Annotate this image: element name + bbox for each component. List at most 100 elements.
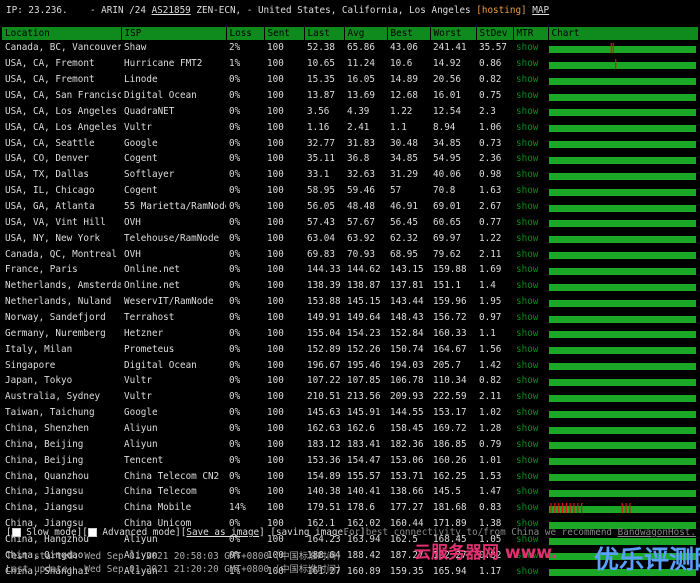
cell-stdev: 1.17: [479, 565, 502, 577]
cell-mtr[interactable]: show: [513, 341, 548, 357]
cell-mtr[interactable]: show: [513, 230, 548, 246]
cell-isp: Vultr: [124, 121, 152, 133]
slow-mode-checkbox[interactable]: [11, 528, 21, 537]
col-location[interactable]: Location: [2, 27, 122, 40]
cell-loss: 0%: [229, 280, 241, 292]
cell-worst: 169.72: [433, 423, 467, 435]
cell-mtr[interactable]: show: [513, 119, 548, 135]
cell-avg: 155.57: [347, 470, 381, 482]
cell-stdev: 1.22: [479, 232, 502, 244]
cell-avg: 144.62: [347, 264, 381, 276]
col-best[interactable]: Best: [387, 27, 431, 40]
cell-mtr[interactable]: show: [513, 563, 548, 579]
cell-mtr[interactable]: show: [513, 167, 548, 183]
col-isp[interactable]: ISP: [121, 27, 227, 40]
cell-sent: 100: [267, 201, 284, 213]
map-link[interactable]: MAP: [532, 5, 549, 16]
cell-location: USA, CA, Seattle: [5, 137, 95, 149]
col-loss[interactable]: Loss: [226, 27, 265, 40]
cell-mtr[interactable]: show: [513, 199, 548, 215]
cell-best: 68.95: [390, 248, 418, 260]
cell-loss: 0%: [229, 169, 241, 181]
sparkline-svg: [549, 378, 696, 386]
cell-worst: 222.59: [433, 391, 467, 403]
cell-last: 179.51: [307, 502, 341, 514]
cell-mtr[interactable]: show: [513, 214, 548, 230]
slow-mode-label[interactable]: Slow mode: [26, 527, 76, 538]
cell-mtr[interactable]: show: [513, 88, 548, 104]
cell-mtr[interactable]: show: [513, 468, 548, 484]
cell-mtr[interactable]: show: [513, 103, 548, 119]
table-row: USA, CA, Los Angeles QuadraNET 0% 100 3.56 4.…: [2, 103, 698, 119]
asn-link[interactable]: AS21859: [152, 5, 191, 16]
cell-chart: [548, 40, 698, 56]
col-chart: Chart: [548, 27, 699, 40]
cell-mtr[interactable]: show: [513, 151, 548, 167]
cell-mtr[interactable]: show: [513, 436, 548, 452]
cell-isp: WeservIT/RamNode: [124, 296, 214, 308]
cell-mtr[interactable]: show: [513, 357, 548, 373]
col-avg[interactable]: Avg: [344, 27, 388, 40]
cell-mtr[interactable]: show: [513, 183, 548, 199]
cell-chart: [548, 500, 698, 516]
cell-location: China, Shenzhen: [5, 423, 89, 435]
cell-mtr[interactable]: show: [513, 246, 548, 262]
bandwagonhost-link[interactable]: BandwagonHost.: [618, 527, 696, 538]
cell-mtr[interactable]: show: [513, 310, 548, 326]
col-last[interactable]: Last: [304, 27, 345, 40]
sparkline-bar: [549, 315, 696, 323]
sparkline-bar: [549, 299, 696, 307]
cell-mtr[interactable]: show: [513, 500, 548, 516]
cell-avg: 57.67: [347, 216, 375, 228]
sparkline-bar: [549, 109, 696, 117]
cell-mtr[interactable]: show: [513, 262, 548, 278]
cell-chart: [548, 310, 698, 326]
cell-mtr[interactable]: show: [513, 405, 548, 421]
cell-best: 194.03: [390, 359, 424, 371]
cell-mtr[interactable]: show: [513, 56, 548, 72]
col-stdev[interactable]: StDev: [476, 27, 514, 40]
table-row: USA, NY, New York Telehouse/RamNode 0% 100 6…: [2, 230, 698, 246]
cell-mtr[interactable]: show: [513, 452, 548, 468]
latency-sparkline: [549, 376, 696, 386]
cell-sent: 100: [267, 58, 284, 70]
cell-last: 35.11: [307, 153, 335, 165]
cell-worst: 205.7: [433, 359, 461, 371]
advanced-mode-label[interactable]: Advanced mode: [102, 527, 175, 538]
loss-spike: [569, 502, 571, 513]
cell-best: 31.29: [390, 169, 418, 181]
cell-last: 162.63: [307, 423, 341, 435]
cell-sent: 100: [267, 42, 284, 54]
sparkline-svg: [549, 156, 696, 164]
cell-chart: [548, 278, 698, 294]
col-sent[interactable]: Sent: [264, 27, 305, 40]
cell-mtr[interactable]: show: [513, 278, 548, 294]
cell-loss: 0%: [229, 470, 241, 482]
cell-mtr[interactable]: show: [513, 72, 548, 88]
cell-sent: 100: [267, 423, 284, 435]
cell-loss: 0%: [229, 454, 241, 466]
cell-mtr[interactable]: show: [513, 373, 548, 389]
cell-mtr[interactable]: show: [513, 421, 548, 437]
cell-stdev: 0.73: [479, 137, 502, 149]
table-row: USA, TX, Dallas Softlayer 0% 100 33.1 32.63 31…: [2, 167, 698, 183]
cell-mtr[interactable]: show: [513, 484, 548, 500]
table-row: USA, CA, Fremont Linode 0% 100 15.35 16.05 14.…: [2, 72, 698, 88]
cell-mtr[interactable]: show: [513, 325, 548, 341]
col-mtr[interactable]: MTR: [513, 27, 549, 40]
loss-spike: [610, 42, 612, 53]
cell-sent: 100: [267, 185, 284, 197]
cell-loss: 0%: [229, 201, 241, 213]
cell-stdev: 2.36: [479, 153, 502, 165]
cell-location: China, Beijing: [5, 438, 84, 450]
cell-mtr[interactable]: show: [513, 135, 548, 151]
col-worst[interactable]: Worst: [430, 27, 477, 40]
cell-last: 154.89: [307, 470, 341, 482]
cell-mtr[interactable]: show: [513, 389, 548, 405]
save-as-image-link[interactable]: Save as image: [186, 527, 259, 538]
cell-best: 144.55: [390, 407, 424, 419]
cell-mtr[interactable]: show: [513, 40, 548, 56]
cell-stdev: 1.06: [479, 121, 502, 133]
cell-mtr[interactable]: show: [513, 294, 548, 310]
advanced-mode-checkbox[interactable]: [87, 528, 97, 537]
